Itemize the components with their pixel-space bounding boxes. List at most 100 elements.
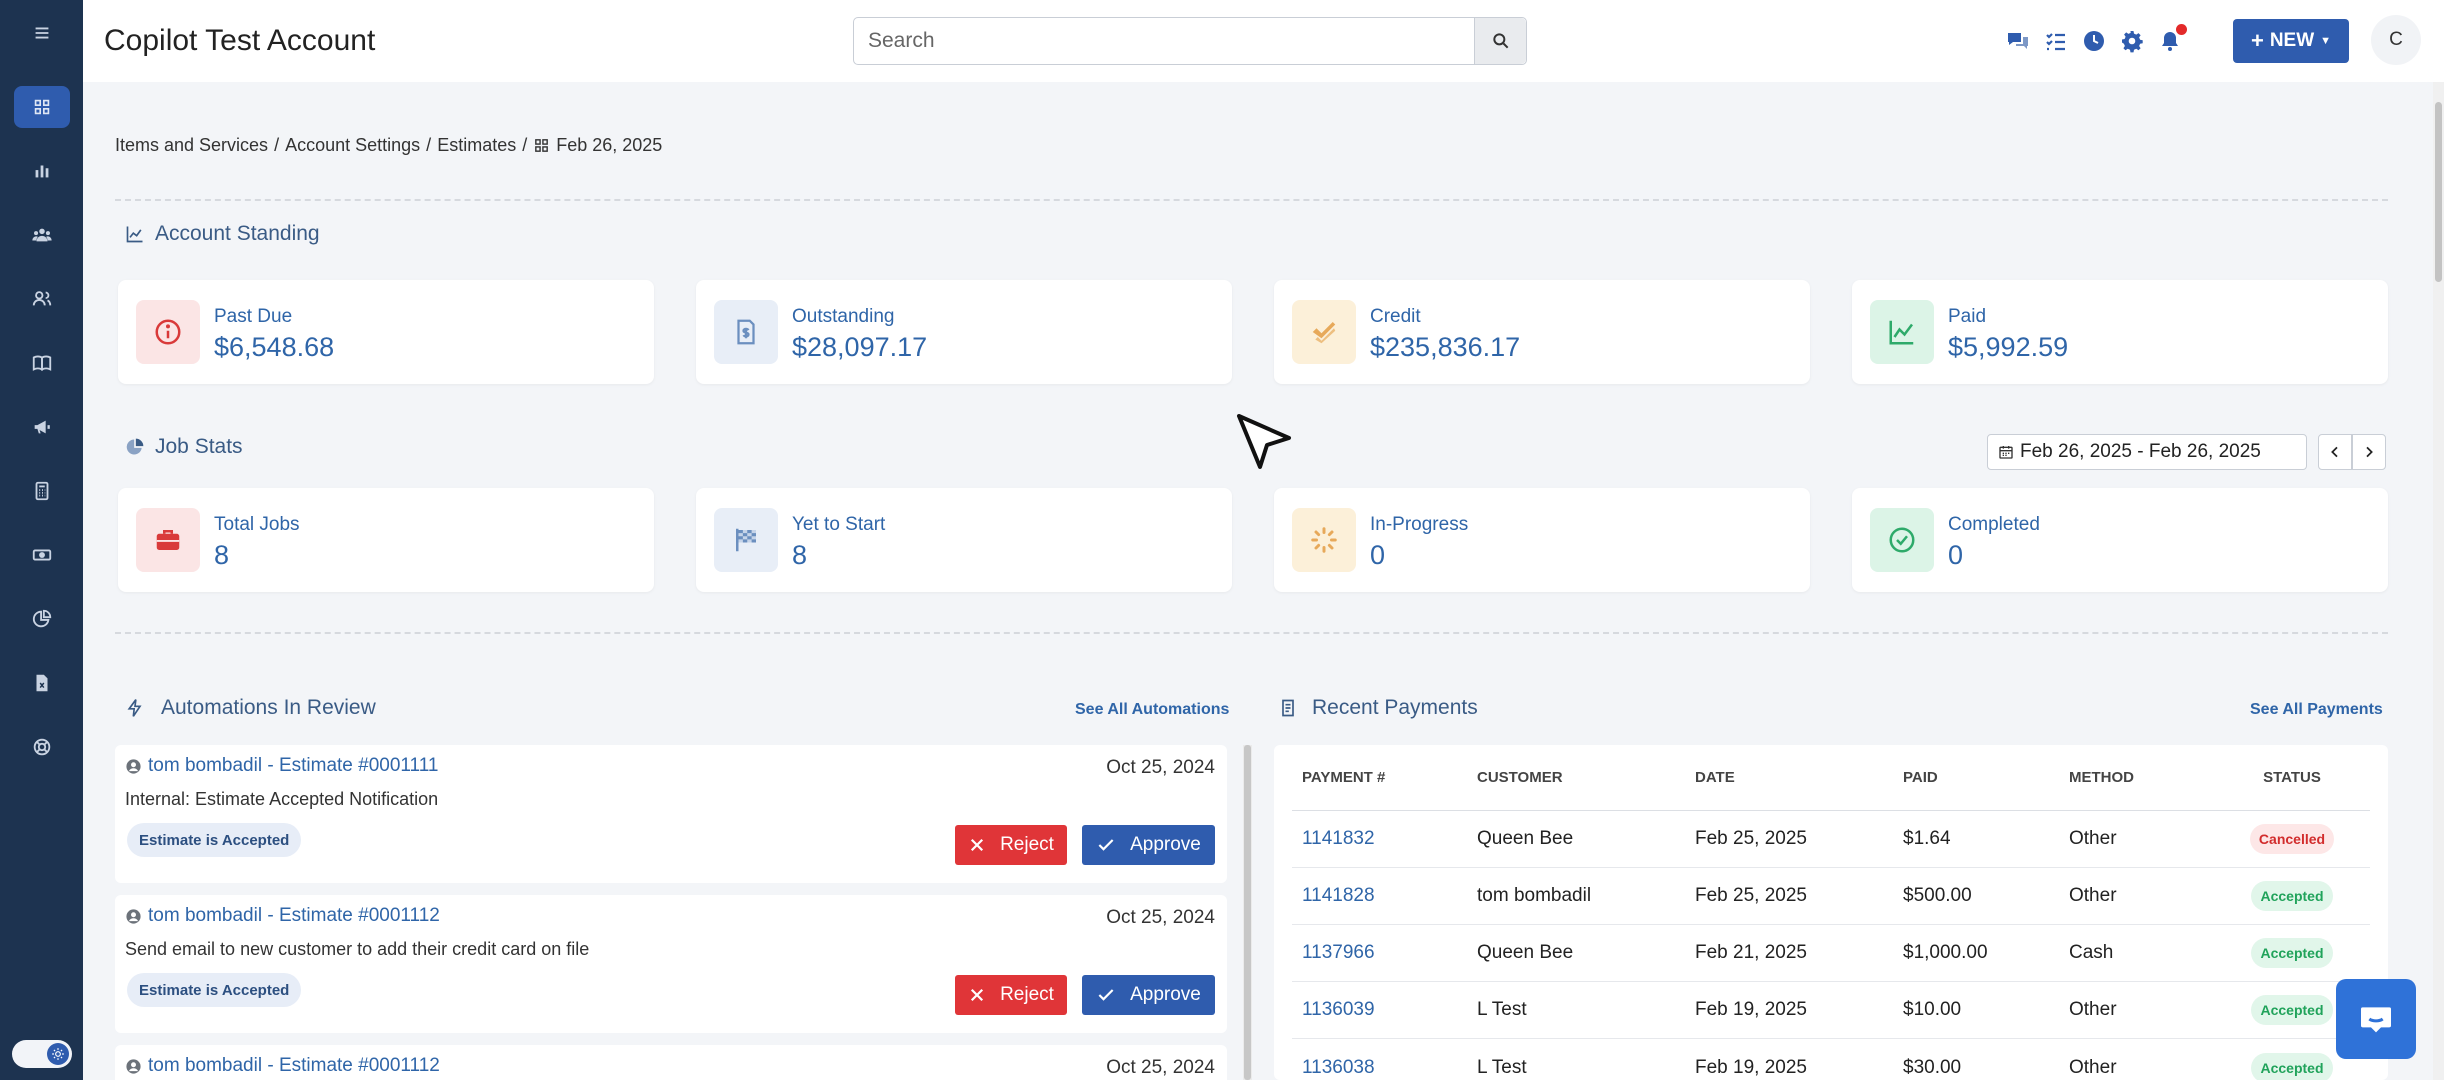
theme-toggle[interactable]: [12, 1040, 72, 1068]
payment-id-link[interactable]: 1141832: [1302, 828, 1375, 850]
automation-description: Send email to new customer to add their …: [125, 939, 590, 959]
briefcase-icon: [136, 508, 200, 572]
user-circle-icon: [126, 758, 141, 774]
automation-description: Internal: Estimate Accepted Notification: [125, 789, 439, 809]
support-icon[interactable]: [14, 726, 70, 768]
table-row[interactable]: 1136039 L Test Feb 19, 2025 $10.00 Other…: [1292, 982, 2370, 1039]
menu-icon[interactable]: [14, 12, 70, 54]
column-header-customer[interactable]: CUSTOMER: [1477, 769, 1563, 786]
card-value: $28,097.17: [792, 332, 928, 362]
caret-down-icon: ▼: [2320, 35, 2332, 47]
search-button[interactable]: [1474, 18, 1526, 64]
card-value: $235,836.17: [1370, 332, 1521, 362]
user-circle-icon: [126, 1058, 141, 1074]
see-all-automations-link[interactable]: See All Automations: [1075, 701, 1229, 719]
breadcrumb-item-account-settings[interactable]: Account Settings: [285, 135, 420, 156]
payment-id-link[interactable]: 1137966: [1302, 942, 1375, 964]
column-header-payment[interactable]: PAYMENT #: [1302, 769, 1385, 786]
payment-method: Other: [2069, 1056, 2117, 1078]
divider: [115, 632, 2388, 634]
top-header: Copilot Test Account + NEW ▼ C: [83, 0, 2444, 82]
table-row[interactable]: 1141832 Queen Bee Feb 25, 2025 $1.64 Oth…: [1292, 811, 2370, 868]
paid-card[interactable]: Paid $5,992.59: [1852, 280, 2388, 384]
payment-amount: $1,000.00: [1903, 942, 1988, 963]
new-button[interactable]: + NEW ▼: [2233, 19, 2349, 63]
status-badge: Accepted: [2251, 995, 2333, 1025]
chat-icon[interactable]: [2005, 28, 2031, 54]
money-icon[interactable]: [14, 534, 70, 576]
reports-icon[interactable]: [14, 150, 70, 192]
status-badge: Accepted: [2251, 938, 2333, 968]
pie-chart-icon[interactable]: [14, 598, 70, 640]
page-scrollbar[interactable]: [2433, 82, 2444, 1080]
customers-icon[interactable]: [14, 278, 70, 320]
yet-to-start-card[interactable]: Yet to Start 8: [696, 488, 1232, 592]
card-label: Credit: [1370, 306, 1421, 327]
table-row[interactable]: 1136038 L Test Feb 19, 2025 $30.00 Other…: [1292, 1039, 2370, 1080]
card-label: Outstanding: [792, 306, 895, 327]
payments-panel: PAYMENT # CUSTOMER DATE PAID METHOD STAT…: [1274, 745, 2388, 1080]
reject-button[interactable]: Reject: [955, 825, 1067, 865]
chat-launcher-button[interactable]: [2336, 979, 2416, 1059]
avatar[interactable]: C: [2371, 15, 2421, 65]
automation-title-link[interactable]: tom bombadil - Estimate #0001111: [125, 755, 438, 777]
table-row[interactable]: 1137966 Queen Bee Feb 21, 2025 $1,000.00…: [1292, 925, 2370, 982]
document-icon[interactable]: [14, 662, 70, 704]
trend-up-icon: [1870, 300, 1934, 364]
clock-icon[interactable]: [2081, 28, 2107, 54]
completed-card[interactable]: Completed 0: [1852, 488, 2388, 592]
search-input[interactable]: [854, 18, 1469, 64]
payment-method: Other: [2069, 885, 2117, 906]
approve-button[interactable]: Approve: [1082, 975, 1215, 1015]
calculator-icon[interactable]: [14, 470, 70, 512]
grid-icon: [535, 139, 549, 152]
card-label: Completed: [1948, 514, 2040, 535]
payment-id-link[interactable]: 1141828: [1302, 885, 1375, 907]
card-label: Past Due: [214, 306, 293, 327]
column-header-paid[interactable]: PAID: [1903, 769, 1938, 786]
status-badge: Estimate is Accepted: [127, 973, 302, 1007]
dashboard-icon[interactable]: [14, 86, 70, 128]
payment-customer: L Test: [1477, 1056, 1527, 1078]
breadcrumb-item-items-and-services[interactable]: Items and Services: [115, 135, 268, 156]
account-standing-title: Account Standing: [125, 222, 320, 246]
automation-title-link[interactable]: tom bombadil - Estimate #0001112: [125, 1055, 440, 1077]
automations-scrollbar-thumb[interactable]: [1244, 745, 1251, 1080]
payment-amount: $10.00: [1903, 999, 1962, 1020]
breadcrumb-separator: /: [522, 135, 528, 155]
past-due-card[interactable]: Past Due $6,548.68: [118, 280, 654, 384]
page-scrollbar-thumb[interactable]: [2435, 102, 2442, 282]
prev-date-button[interactable]: [2318, 434, 2352, 470]
next-date-button[interactable]: [2352, 434, 2386, 470]
breadcrumb-item-estimates[interactable]: Estimates: [437, 135, 516, 156]
column-header-method[interactable]: METHOD: [2069, 769, 2134, 786]
date-range-picker[interactable]: Feb 26, 2025 - Feb 26, 2025: [1987, 434, 2307, 470]
book-icon[interactable]: [14, 342, 70, 384]
megaphone-icon[interactable]: [14, 406, 70, 448]
credit-card[interactable]: Credit $235,836.17: [1274, 280, 1810, 384]
gear-icon[interactable]: [2119, 28, 2145, 54]
table-row[interactable]: 1141828 tom bombadil Feb 25, 2025 $500.0…: [1292, 868, 2370, 925]
user-circle-icon: [126, 908, 141, 924]
double-check-icon: [1292, 300, 1356, 364]
see-all-payments-link[interactable]: See All Payments: [2250, 701, 2383, 719]
column-header-date[interactable]: DATE: [1695, 769, 1735, 786]
column-header-status[interactable]: STATUS: [2232, 769, 2352, 786]
chevron-left-icon: [2331, 446, 2338, 458]
bell-icon[interactable]: [2157, 24, 2187, 54]
automations-scrollbar[interactable]: [1243, 745, 1252, 1080]
new-button-label: NEW: [2269, 30, 2315, 51]
payment-id-link[interactable]: 1136038: [1302, 1057, 1375, 1079]
outstanding-card[interactable]: Outstanding $28,097.17: [696, 280, 1232, 384]
receipt-icon: [1282, 699, 1294, 717]
approve-button[interactable]: Approve: [1082, 825, 1215, 865]
payments-table: PAYMENT # CUSTOMER DATE PAID METHOD STAT…: [1292, 745, 2370, 1080]
reject-button[interactable]: Reject: [955, 975, 1067, 1015]
automation-title-link[interactable]: tom bombadil - Estimate #0001112: [125, 905, 440, 927]
card-value: $6,548.68: [214, 332, 335, 362]
task-list-icon[interactable]: [2043, 28, 2069, 54]
total-jobs-card[interactable]: Total Jobs 8: [118, 488, 654, 592]
in-progress-card[interactable]: In-Progress 0: [1274, 488, 1810, 592]
payment-id-link[interactable]: 1136039: [1302, 999, 1375, 1021]
team-icon[interactable]: [14, 214, 70, 256]
